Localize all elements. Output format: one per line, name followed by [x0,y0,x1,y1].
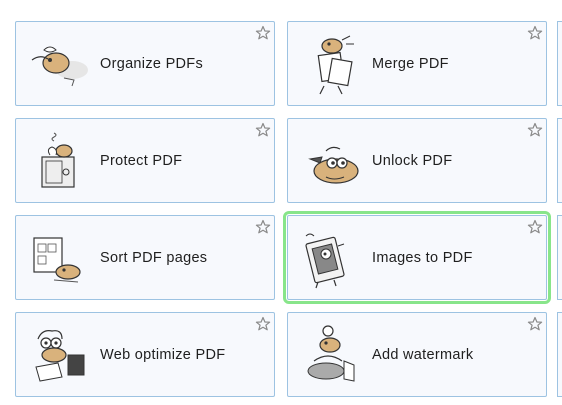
star-outline-icon[interactable] [255,219,271,235]
protect-pdf-illustration [41,132,75,188]
tool-label: Web optimize PDF [100,347,226,363]
tool-card-web-optimize-pdf[interactable]: Web optimize PDF [15,312,275,397]
tool-label: Unlock PDF [372,153,453,169]
pdf-tools-grid: Organize PDFs Merge PDF Protect PDF Unlo… [0,0,562,405]
star-outline-icon[interactable] [527,122,543,138]
tool-label: Organize PDFs [100,56,204,72]
web-optimize-pdf-illustration [35,330,85,382]
tool-label: Merge PDF [372,56,449,72]
unlock-pdf-illustration [308,146,359,184]
tool-card-merge-pdf[interactable]: Merge PDF [287,21,547,106]
tool-card-protect-pdf[interactable]: Protect PDF [15,118,275,203]
tool-card-partial[interactable] [557,21,562,106]
tool-label: Protect PDF [100,153,183,169]
tool-label: Images to PDF [372,250,473,266]
merge-pdf-illustration [317,35,354,95]
images-to-pdf-illustration [305,233,345,289]
tool-card-partial[interactable] [557,215,562,300]
tool-card-sort-pdf-pages[interactable]: Sort PDF pages [15,215,275,300]
tool-card-images-to-pdf[interactable]: Images to PDF [283,211,551,304]
add-watermark-illustration [307,325,355,382]
star-outline-icon[interactable] [527,219,543,235]
star-outline-icon[interactable] [255,122,271,138]
star-outline-icon[interactable] [527,25,543,41]
tool-card-partial[interactable] [557,312,562,397]
star-outline-icon[interactable] [255,316,271,332]
tool-card-organize-pdfs[interactable]: Organize PDFs [15,21,275,106]
star-outline-icon[interactable] [527,316,543,332]
tool-card-partial[interactable] [557,118,562,203]
tool-label: Add watermark [372,347,474,363]
star-outline-icon[interactable] [255,25,271,41]
tool-card-unlock-pdf[interactable]: Unlock PDF [287,118,547,203]
organize-pdfs-illustration [31,46,88,87]
sort-pdf-pages-illustration [33,237,81,283]
tool-card-add-watermark[interactable]: Add watermark [287,312,547,397]
tool-label: Sort PDF pages [100,250,208,266]
